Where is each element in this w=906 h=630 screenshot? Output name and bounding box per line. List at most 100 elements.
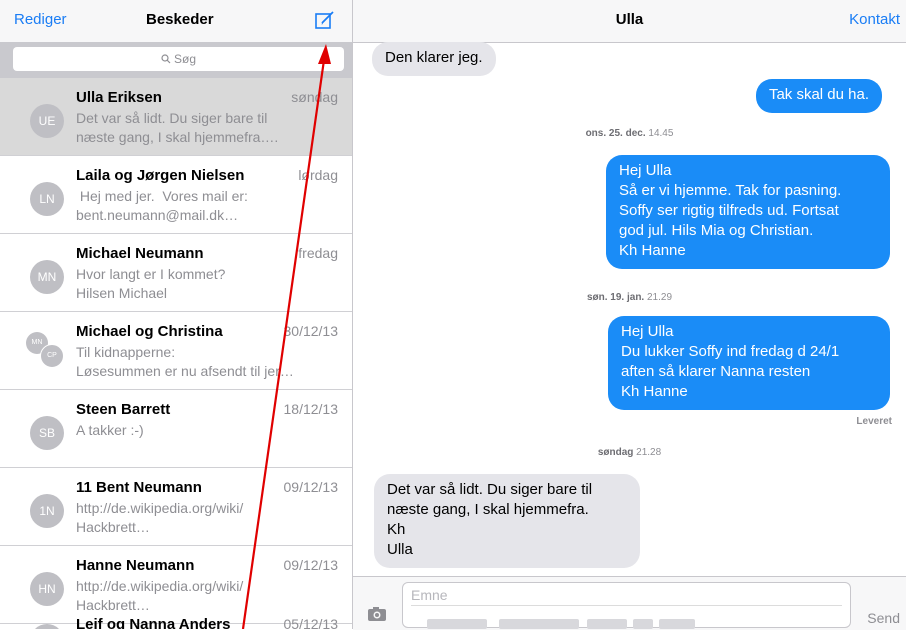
preview-line: http://de.wikipedia.org/wiki/	[76, 578, 244, 594]
timestamp: søn. 19. jan. 21.29	[353, 292, 906, 303]
message-date: søndag	[291, 89, 338, 105]
subject-divider	[411, 605, 842, 606]
incoming-message: Det var så lidt. Du siger bare til næste…	[374, 474, 640, 568]
conversation-row-michael-neumann[interactable]: MN Michael Neumann fredag Hvor langt er …	[0, 234, 352, 312]
edit-button[interactable]: Rediger	[14, 11, 67, 28]
preview-line: Løsesummen er nu afsendt til jer…	[76, 363, 294, 379]
obscured-content	[587, 619, 627, 629]
message-preview: Det var så lidt. Du siger bare til næste…	[76, 109, 338, 147]
avatar: MN	[30, 260, 64, 294]
message-line: Så er vi hjemme. Tak for pasning.	[619, 182, 842, 199]
message-date: fredag	[298, 245, 338, 261]
message-line: Ulla	[387, 541, 413, 558]
contact-name: Ulla Eriksen	[76, 89, 162, 106]
preview-line: Hvor langt er I kommet?	[76, 266, 226, 282]
message-date: 09/12/13	[283, 557, 339, 573]
conversation-row-ulla-eriksen[interactable]: UE Ulla Eriksen søndag Det var så lidt. …	[0, 78, 352, 156]
left-nav-bar: Rediger Beskeder	[0, 0, 352, 43]
message-line: aften så klarer Nanna resten	[621, 363, 811, 380]
camera-icon[interactable]	[367, 606, 387, 622]
message-line: Kh Hanne	[621, 383, 688, 400]
message-preview: Hvor langt er I kommet? Hilsen Michael	[76, 265, 338, 303]
search-bar: Søg	[0, 42, 352, 78]
timestamp-time: 14.45	[648, 128, 674, 139]
preview-line: http://de.wikipedia.org/wiki/	[76, 500, 244, 516]
compose-bar: Emne Send	[353, 576, 906, 630]
message-line: god jul. Hils Mia og Christian.	[619, 222, 814, 239]
compose-icon[interactable]	[314, 9, 336, 31]
obscured-content	[633, 619, 653, 629]
timestamp-time: 21.29	[647, 292, 673, 303]
preview-line: Hilsen Michael	[76, 285, 168, 301]
incoming-message: Den klarer jeg.	[372, 42, 496, 76]
preview-line: næste gang, I skal hjemmefra….	[76, 129, 279, 145]
contact-button[interactable]: Kontakt	[849, 11, 900, 28]
contact-name: Hanne Neumann	[76, 557, 195, 574]
message-date: 05/12/13	[283, 616, 339, 629]
avatar	[30, 624, 64, 629]
preview-line: A takker :-)	[76, 422, 144, 438]
message-line: Det var så lidt. Du siger bare til	[387, 481, 593, 498]
search-placeholder: Søg	[173, 52, 196, 66]
conversation-row-11-bent-neumann[interactable]: 1N 11 Bent Neumann 09/12/13 http://de.wi…	[0, 468, 352, 546]
conversation-title: Ulla	[615, 11, 644, 28]
conversation-list-pane: Rediger Beskeder Søg UE Ulla Eriksen søn…	[0, 0, 352, 629]
search-input[interactable]: Søg	[13, 47, 344, 71]
message-line: Hej Ulla	[619, 162, 672, 179]
contact-name: Michael og Christina	[76, 323, 223, 340]
message-preview: Hej med jer. Vores mail er: bent.neumann…	[76, 187, 338, 225]
message-line: Hej Ulla	[621, 323, 674, 340]
obscured-content	[499, 619, 579, 629]
timestamp: ons. 25. dec. 14.45	[353, 128, 906, 139]
obscured-content	[427, 619, 487, 629]
avatar: UE	[30, 104, 64, 138]
conversation-row-leif-nanna[interactable]: Leif og Nanna Anders 05/12/13	[0, 610, 352, 629]
message-preview: http://de.wikipedia.org/wiki/ Hackbrett…	[76, 499, 338, 537]
message-line: næste gang, I skal hjemmefra.	[387, 501, 589, 518]
avatar: LN	[30, 182, 64, 216]
timestamp-day: søndag	[597, 447, 634, 458]
contact-name: Laila og Jørgen Nielsen	[76, 167, 245, 184]
avatar: HN	[30, 572, 64, 606]
conversation-nav-bar: Ulla Kontakt	[353, 0, 906, 43]
outgoing-message: Tak skal du ha.	[755, 79, 882, 113]
message-date: 18/12/13	[283, 401, 339, 417]
obscured-content	[659, 619, 695, 629]
message-preview: A takker :-)	[76, 421, 338, 440]
preview-line: Det var så lidt. Du siger bare til	[76, 110, 268, 126]
conversation-row-laila-jorgen[interactable]: LN Laila og Jørgen Nielsen lørdag Hej me…	[0, 156, 352, 234]
message-line: Kh Hanne	[619, 242, 686, 259]
message-date: 09/12/13	[283, 479, 339, 495]
search-icon	[161, 48, 171, 72]
conversation-row-michael-christina[interactable]: MN CP Michael og Christina 30/12/13 Til …	[0, 312, 352, 390]
message-input[interactable]: Emne	[402, 582, 851, 629]
list-title: Beskeder	[146, 11, 214, 28]
avatar: SB	[30, 416, 64, 450]
message-date: 30/12/13	[283, 323, 339, 339]
contact-name: Michael Neumann	[76, 245, 204, 262]
conversation-row-steen-barrett[interactable]: SB Steen Barrett 18/12/13 A takker :-)	[0, 390, 352, 468]
contact-name: 11 Bent Neumann	[76, 479, 202, 496]
timestamp: søndag 21.28	[353, 447, 906, 458]
outgoing-message: Hej Ulla Så er vi hjemme. Tak for pasnin…	[606, 155, 890, 269]
subject-placeholder[interactable]: Emne	[411, 587, 448, 603]
outgoing-message: Hej Ulla Du lukker Soffy ind fredag d 24…	[608, 316, 890, 410]
timestamp-time: 21.28	[636, 447, 662, 458]
timestamp-day: ons. 25. dec.	[585, 128, 646, 139]
pane-divider	[352, 0, 353, 629]
message-line: Kh	[387, 521, 406, 538]
contact-name: Leif og Nanna Anders	[76, 616, 231, 629]
avatar: 1N	[30, 494, 64, 528]
contact-name: Steen Barrett	[76, 401, 171, 418]
preview-line: Hej med jer. Vores mail er:	[76, 188, 248, 204]
send-button[interactable]: Send	[867, 610, 900, 626]
preview-line: Hackbrett…	[76, 519, 150, 535]
message-date: lørdag	[298, 167, 338, 183]
avatar: CP	[40, 344, 64, 368]
message-preview: Til kidnapperne: Løsesummen er nu afsend…	[76, 343, 338, 381]
timestamp-day: søn. 19. jan.	[586, 292, 645, 303]
message-line: Du lukker Soffy ind fredag d 24/1	[621, 343, 840, 360]
message-line: Soffy ser rigtig tilfreds ud. Fortsat	[619, 202, 839, 219]
delivered-status: Leveret	[856, 416, 892, 427]
preview-line: bent.neumann@mail.dk…	[76, 207, 239, 223]
